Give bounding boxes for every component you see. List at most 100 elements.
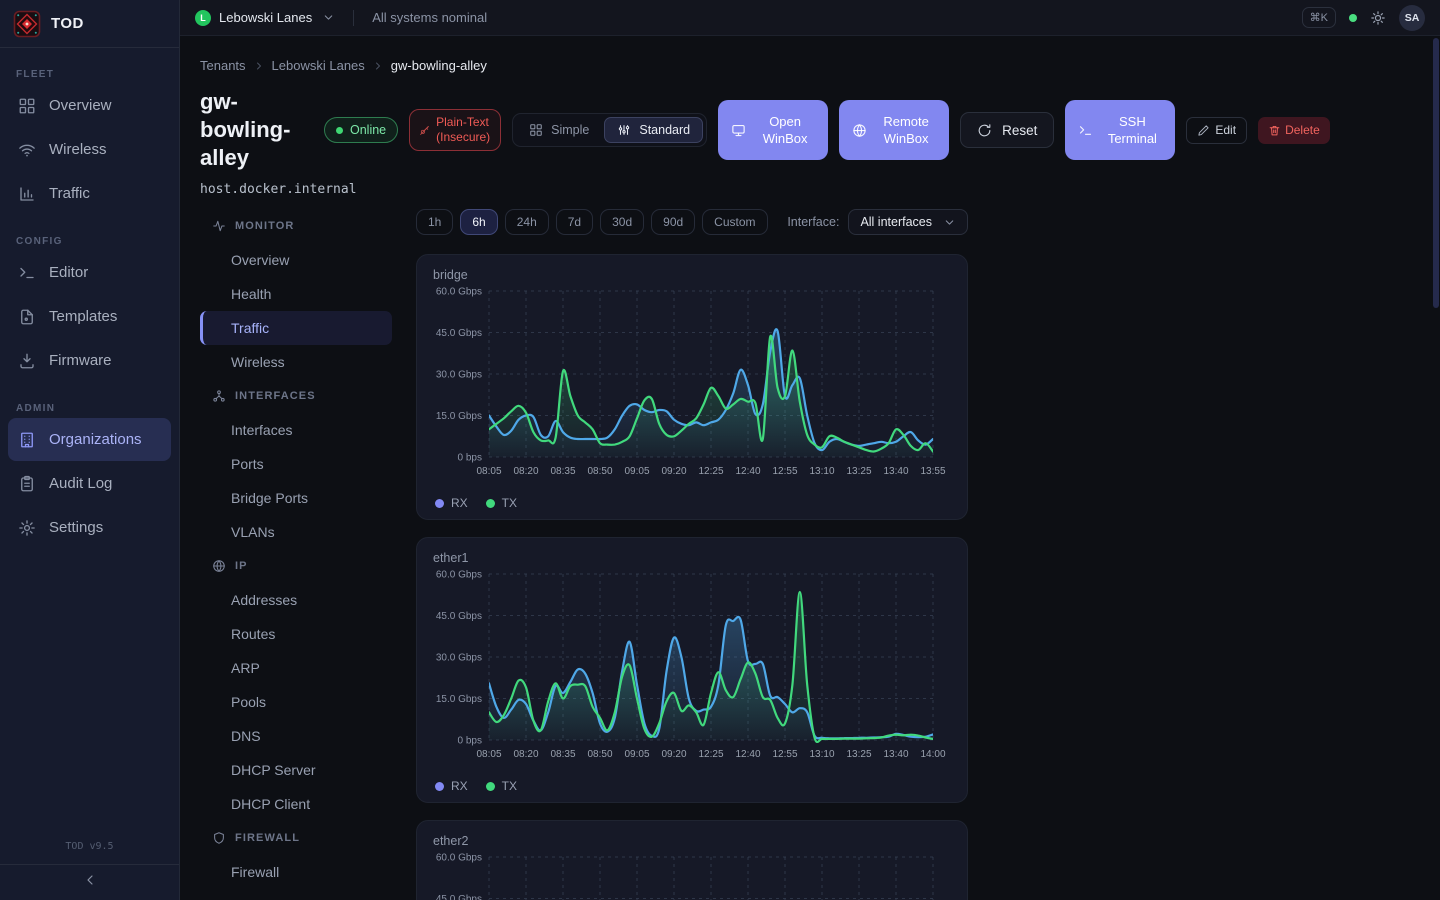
delete-button[interactable]: Delete (1258, 117, 1330, 144)
subnav-section-label: MONITOR (235, 220, 294, 232)
subnav-item-health[interactable]: Health (200, 277, 392, 311)
time-range-6h[interactable]: 6h (460, 209, 497, 235)
legend-rx-dot-icon (435, 499, 444, 508)
standard-label: Standard (639, 123, 690, 137)
sidebar-section-admin: ADMIN (16, 403, 163, 414)
sidebar-section-fleet: FLEET (16, 69, 163, 80)
command-palette-shortcut[interactable]: ⌘K (1302, 7, 1336, 28)
subnav-item-arp[interactable]: ARP (200, 651, 392, 685)
open-winbox-button[interactable]: Open WinBox (718, 100, 828, 160)
sidebar-item-audit-log[interactable]: Audit Log (8, 462, 171, 505)
traffic-filters: 1h 6h 24h 7d 30d 90d Custom Interface: All int… (416, 209, 968, 235)
subnav-item-firewall[interactable]: Firewall (200, 855, 392, 889)
key-off-icon (419, 125, 430, 136)
sidebar-item-label: Settings (49, 519, 103, 536)
delete-label: Delete (1285, 123, 1320, 137)
sidebar-item-settings[interactable]: Settings (8, 506, 171, 549)
sidebar-item-firmware[interactable]: Firmware (8, 339, 171, 382)
legend-rx: RX (435, 496, 468, 510)
svg-text:60.0 Gbps: 60.0 Gbps (436, 287, 482, 298)
chevron-left-icon (82, 872, 98, 893)
svg-text:30.0 Gbps: 30.0 Gbps (436, 653, 482, 664)
svg-text:12:25: 12:25 (698, 466, 723, 477)
subnav-item-bridge-ports[interactable]: Bridge Ports (200, 481, 392, 515)
interface-label: Interface: (787, 215, 839, 229)
breadcrumb-tenant[interactable]: Lebowski Lanes (272, 58, 365, 73)
svg-text:08:50: 08:50 (587, 749, 612, 760)
chart-card-ether2: ether20 bps15.0 Gbps30.0 Gbps45.0 Gbps60… (416, 820, 968, 900)
legend-rx-dot-icon (435, 782, 444, 791)
subnav-item-dns[interactable]: DNS (200, 719, 392, 753)
subnav-item-addresses[interactable]: Addresses (200, 583, 392, 617)
reset-button[interactable]: Reset (960, 112, 1054, 148)
subnav-item-ports[interactable]: Ports (200, 447, 392, 481)
sidebar-item-overview[interactable]: Overview (8, 84, 171, 127)
time-range-90d[interactable]: 90d (651, 209, 695, 235)
app-window: TOD FLEETOverviewWirelessTrafficCONFIGEd… (0, 0, 1440, 900)
subnav-section-firewall: FIREWALL (200, 821, 392, 855)
svg-text:12:40: 12:40 (735, 749, 760, 760)
chart-card-bridge: bridge0 bps15.0 Gbps30.0 Gbps45.0 Gbps60… (416, 254, 968, 520)
theme-toggle-sun-icon[interactable] (1370, 10, 1386, 26)
ssh-terminal-label: SSH Terminal (1102, 113, 1162, 147)
topbar-divider (353, 10, 354, 26)
subnav-item-wireless[interactable]: Wireless (200, 345, 392, 379)
svg-text:12:55: 12:55 (772, 749, 797, 760)
svg-text:15.0 Gbps: 15.0 Gbps (436, 411, 482, 422)
ssh-terminal-button[interactable]: SSH Terminal (1065, 100, 1175, 160)
scrollbar-thumb[interactable] (1433, 38, 1439, 308)
interface-filter: Interface: All interfaces (787, 209, 968, 235)
traffic-chart-ether2: 0 bps15.0 Gbps30.0 Gbps45.0 Gbps60.0 Gbp… (433, 851, 953, 900)
traffic-panel: 1h 6h 24h 7d 30d 90d Custom Interface: All int… (416, 209, 968, 900)
app-logo[interactable]: TOD (0, 0, 179, 48)
subnav-item-traffic[interactable]: Traffic (200, 311, 392, 345)
open-winbox-label: Open WinBox (755, 113, 815, 147)
breadcrumb-tenants[interactable]: Tenants (200, 58, 246, 73)
user-avatar[interactable]: SA (1399, 5, 1425, 31)
sidebar-nav: FLEET OverviewWirelessTraffic CONFIG Editor… (0, 48, 179, 550)
chevron-right-icon (372, 60, 384, 72)
interface-select[interactable]: All interfaces (848, 209, 968, 235)
subnav-item-routes[interactable]: Routes (200, 617, 392, 651)
subnav-item-dhcp-client[interactable]: DHCP Client (200, 787, 392, 821)
edit-button[interactable]: Edit (1186, 117, 1247, 144)
svg-text:0 bps: 0 bps (458, 453, 482, 464)
tenant-switcher[interactable]: L Lebowski Lanes (195, 10, 335, 26)
subnav-item-vlans[interactable]: VLANs (200, 515, 392, 549)
device-subnav: MONITOR OverviewHealthTrafficWirelessINTE… (200, 209, 392, 900)
subnav-item-pools[interactable]: Pools (200, 685, 392, 719)
sidebar-item-wireless[interactable]: Wireless (8, 128, 171, 171)
subnav-item-interfaces[interactable]: Interfaces (200, 413, 392, 447)
sidebar-item-traffic[interactable]: Traffic (8, 172, 171, 215)
time-range-custom[interactable]: Custom (702, 209, 767, 235)
time-range-7d[interactable]: 7d (556, 209, 593, 235)
nodes-icon (212, 389, 226, 403)
app-logo-icon (13, 10, 41, 38)
svg-text:08:05: 08:05 (476, 466, 501, 477)
sidebar-item-templates[interactable]: Templates (8, 295, 171, 338)
view-mode-simple[interactable]: Simple (516, 117, 602, 143)
subnav-item-dhcp-server[interactable]: DHCP Server (200, 753, 392, 787)
time-range-24h[interactable]: 24h (505, 209, 549, 235)
remote-winbox-button[interactable]: Remote WinBox (839, 100, 949, 160)
remote-winbox-label: Remote WinBox (876, 113, 936, 147)
view-mode-standard[interactable]: Standard (604, 117, 703, 143)
sidebar-collapse-button[interactable] (0, 864, 179, 900)
chart-legend: RXTX (433, 496, 951, 510)
activity-icon (212, 219, 226, 233)
svg-text:08:20: 08:20 (513, 466, 538, 477)
download-icon (18, 352, 36, 370)
sidebar-section-config: CONFIG (16, 236, 163, 247)
sidebar-item-editor[interactable]: Editor (8, 251, 171, 294)
subnav-section-interfaces: INTERFACES (200, 379, 392, 413)
time-range-1h[interactable]: 1h (416, 209, 453, 235)
sidebar-item-organizations[interactable]: Organizations (8, 418, 171, 461)
time-range-30d[interactable]: 30d (600, 209, 644, 235)
svg-text:08:35: 08:35 (550, 749, 575, 760)
subnav-item-mangle[interactable]: Mangle (200, 889, 392, 900)
main-content: Tenants Lebowski Lanes gw-bowling-alley … (180, 37, 1440, 900)
svg-text:12:25: 12:25 (698, 749, 723, 760)
gear-icon (18, 519, 36, 537)
subnav-item-overview[interactable]: Overview (200, 243, 392, 277)
refresh-icon (977, 123, 992, 138)
